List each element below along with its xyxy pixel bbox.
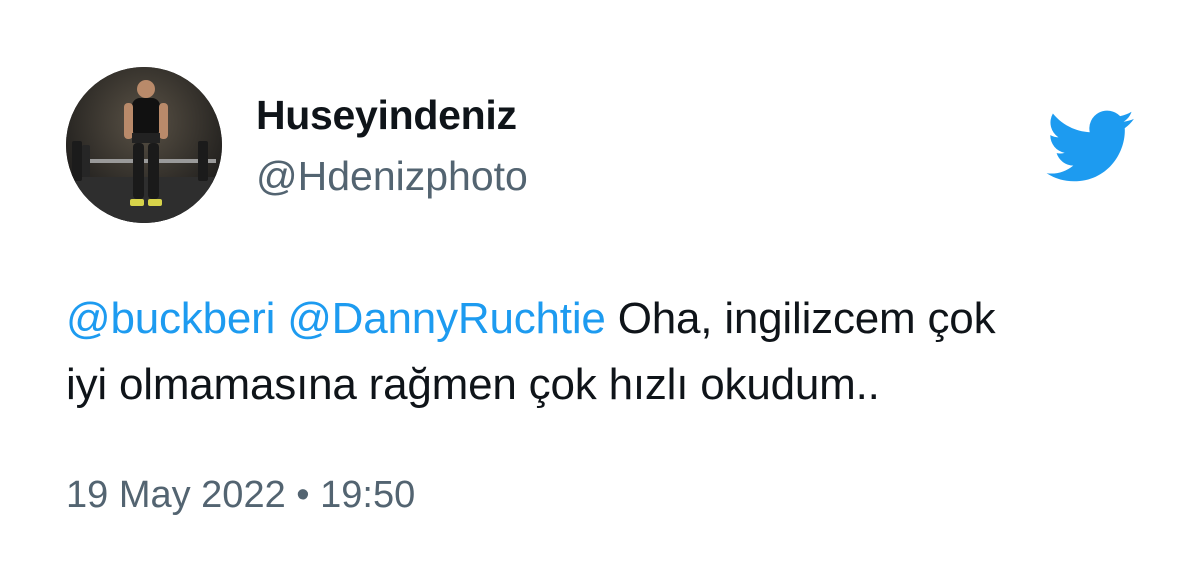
avatar-photo <box>66 67 222 223</box>
author-display-name[interactable]: Huseyindeniz <box>256 92 517 139</box>
tweet-date: 19 May 2022 <box>66 474 286 516</box>
tweet-timestamp[interactable]: 19 May 2022 • 19:50 <box>66 474 415 517</box>
tweet-body-line2: iyi olmamasına rağmen çok hızlı okudum.. <box>66 360 880 409</box>
timestamp-separator: • <box>296 474 310 516</box>
author-handle[interactable]: @Hdenizphoto <box>256 153 528 200</box>
mention-link[interactable]: @DannyRuchtie <box>287 294 606 343</box>
tweet-text: @buckberi @DannyRuchtie Oha, ingilizcem … <box>66 286 1166 418</box>
mention-link[interactable]: @buckberi <box>66 294 275 343</box>
tweet-body-line1: Oha, ingilizcem çok <box>617 294 996 343</box>
twitter-bird-icon[interactable] <box>1046 110 1136 184</box>
tweet-time: 19:50 <box>320 474 416 516</box>
avatar[interactable] <box>66 67 222 223</box>
